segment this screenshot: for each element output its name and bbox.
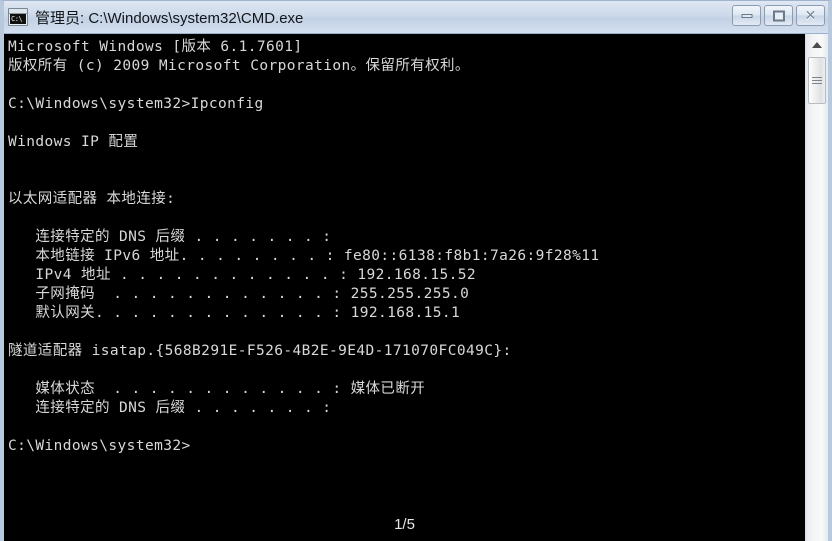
console-window-icon: C:\ xyxy=(8,8,28,26)
console-line: 隧道适配器 isatap.{568B291E-F526-4B2E-9E4D-17… xyxy=(8,343,512,359)
minimize-button[interactable] xyxy=(732,5,761,26)
console-line: C:\Windows\system32>Ipconfig xyxy=(8,96,264,112)
console-line: 连接特定的 DNS 后缀 . . . . . . . : xyxy=(8,400,332,416)
console-line: IPv4 地址 . . . . . . . . . . . . : 192.16… xyxy=(8,267,477,283)
console-line: Microsoft Windows [版本 6.1.7601] xyxy=(8,39,303,55)
minimize-icon xyxy=(741,13,752,18)
command-prompt-window: C:\ 管理员: C:\Windows\system32\CMD.exe ✕ M… xyxy=(0,0,832,541)
console-icon-prompt: C:\ xyxy=(10,14,26,24)
console-line: C:\Windows\system32> xyxy=(8,438,191,454)
scroll-up-arrow[interactable] xyxy=(806,36,828,53)
console-line: 默认网关. . . . . . . . . . . . . : 192.168.… xyxy=(8,305,461,321)
window-titlebar[interactable]: C:\ 管理员: C:\Windows\system32\CMD.exe ✕ xyxy=(4,1,828,34)
close-button[interactable]: ✕ xyxy=(796,5,825,26)
console-line: Windows IP 配置 xyxy=(8,134,139,150)
close-icon: ✕ xyxy=(804,7,817,24)
chevron-up-icon xyxy=(812,41,822,48)
console-output[interactable]: Microsoft Windows [版本 6.1.7601] 版权所有 (c) … xyxy=(4,34,805,541)
console-line: 媒体状态 . . . . . . . . . . . . : 媒体已断开 xyxy=(8,381,426,397)
vertical-scrollbar[interactable] xyxy=(805,34,828,541)
window-title: 管理员: C:\Windows\system32\CMD.exe xyxy=(35,9,304,27)
window-controls: ✕ xyxy=(732,5,825,26)
console-line: 连接特定的 DNS 后缀 . . . . . . . : xyxy=(8,229,332,245)
scroll-thumb-grip-icon xyxy=(812,75,822,86)
scrollbar-track[interactable] xyxy=(806,34,828,541)
maximize-restore-button[interactable] xyxy=(764,5,793,26)
scroll-thumb[interactable] xyxy=(808,57,826,104)
console-line: 版权所有 (c) 2009 Microsoft Corporation。保留所有… xyxy=(8,58,470,74)
window-client-area: Microsoft Windows [版本 6.1.7601] 版权所有 (c) … xyxy=(4,34,828,541)
restore-icon xyxy=(772,10,785,21)
console-line: 本地链接 IPv6 地址. . . . . . . . : fe80::6138… xyxy=(8,248,600,264)
page-indicator: 1/5 xyxy=(394,516,415,533)
console-line: 以太网适配器 本地连接: xyxy=(8,191,176,207)
console-line: 子网掩码 . . . . . . . . . . . . : 255.255.2… xyxy=(8,286,470,302)
screen: C:\ 管理员: C:\Windows\system32\CMD.exe ✕ M… xyxy=(0,0,832,541)
